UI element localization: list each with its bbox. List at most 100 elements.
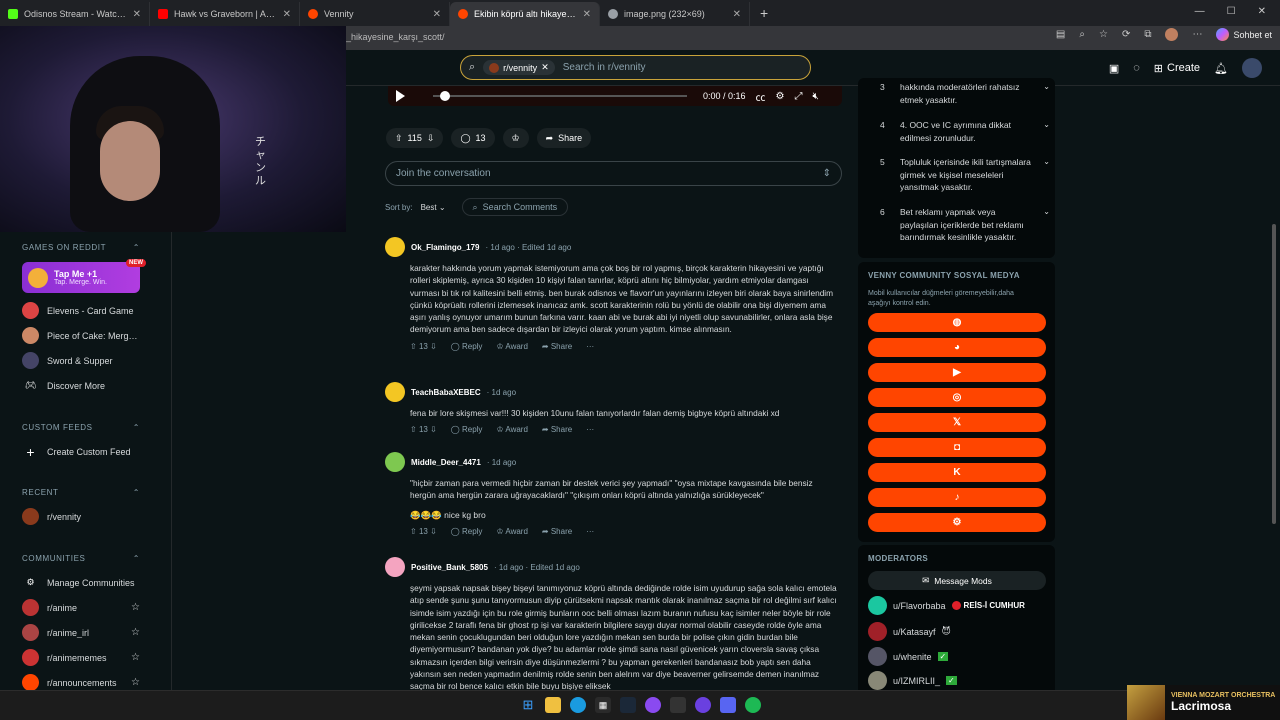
video-seek-bar[interactable] <box>433 91 687 101</box>
notifications-bell-icon[interactable]: 🔔︎ <box>1214 62 1228 75</box>
sidebar-game-elevens[interactable]: Elevens - Card Game <box>22 302 140 319</box>
extensions-icon[interactable]: ⧉ <box>1144 29 1151 40</box>
browser-tab[interactable]: Odisnos Stream - Watch Live on Ki✕ <box>0 2 150 26</box>
upvote-icon[interactable]: ⇧ <box>410 527 417 536</box>
close-icon[interactable]: ✕ <box>133 9 141 20</box>
award-button[interactable]: ♔ Award <box>496 425 527 434</box>
page-scrollbar[interactable] <box>1270 86 1278 690</box>
windows-start-icon[interactable]: ⊞ <box>520 697 536 713</box>
discord-link-button[interactable]: ◕ <box>868 338 1046 357</box>
sidebar-item-anime-irl[interactable]: r/anime_irl ☆ <box>22 624 140 641</box>
avatar[interactable] <box>385 382 405 402</box>
maximize-icon[interactable]: ☐ <box>1227 6 1236 17</box>
share-button[interactable]: ➦ Share <box>542 425 572 434</box>
minimize-icon[interactable]: — <box>1195 6 1205 17</box>
downvote-icon[interactable]: ⇩ <box>427 133 435 144</box>
new-tab-button[interactable]: + <box>750 5 778 21</box>
browser-tab[interactable]: Vennity ✕ <box>300 2 450 26</box>
star-icon[interactable]: ☆ <box>131 627 140 638</box>
sidebar-item-animememes[interactable]: r/animememes ☆ <box>22 649 140 666</box>
tiktok-link-button[interactable]: ♪ <box>868 488 1046 507</box>
community-chip[interactable]: r/vennity ✕ <box>483 60 555 75</box>
twitch-link-button[interactable]: ◘ <box>868 438 1046 457</box>
award-button[interactable]: ♔ Award <box>496 527 527 536</box>
moderator-item[interactable]: u/Katasayf 😈︎ <box>868 622 951 641</box>
x-link-button[interactable]: 𝕏 <box>868 413 1046 432</box>
browser-tab[interactable]: image.png (232×69) ✕ <box>600 2 750 26</box>
award-button[interactable]: ♔ <box>502 128 529 148</box>
seek-handle[interactable] <box>440 91 450 101</box>
downvote-icon[interactable]: ⇩ <box>430 527 437 536</box>
reply-button[interactable]: ◯ Reply <box>451 527 483 536</box>
upvote-icon[interactable]: ⇧ <box>395 133 403 144</box>
upvote-icon[interactable]: ⇧ <box>410 342 417 351</box>
browser-tab[interactable]: Hawk vs Graveborn | Adam Kaçırma✕ <box>150 2 300 26</box>
copilot-chat-button[interactable]: Sohbet et <box>1216 28 1272 41</box>
comment-input[interactable]: Join the conversation ⇕ <box>385 161 842 186</box>
kick-link-button[interactable]: K <box>868 463 1046 482</box>
advertise-icon[interactable]: ▣ <box>1109 62 1119 75</box>
reader-icon[interactable]: ▤ <box>1056 29 1065 40</box>
url-text[interactable]: _hikayesine_karşı_scott/ <box>346 32 445 42</box>
close-icon[interactable]: ✕ <box>733 9 741 20</box>
discord-icon[interactable] <box>720 697 736 713</box>
edge-icon[interactable] <box>570 697 586 713</box>
favorite-star-icon[interactable]: ☆ <box>1099 29 1108 40</box>
sidebar-game-sword-supper[interactable]: Sword & Supper <box>22 352 140 369</box>
ghost-icon[interactable] <box>670 697 686 713</box>
close-window-icon[interactable]: ✕ <box>1258 6 1266 17</box>
spotify-icon[interactable] <box>745 697 761 713</box>
more-options-icon[interactable]: ··· <box>586 527 594 536</box>
create-button[interactable]: ⊞ Create <box>1154 62 1200 75</box>
instagram-link-button[interactable]: ◎ <box>868 388 1046 407</box>
avatar[interactable] <box>385 237 405 257</box>
create-custom-feed[interactable]: + Create Custom Feed <box>22 443 140 460</box>
sidebar-game-piece-of-cake[interactable]: Piece of Cake: Merge... <box>22 327 140 344</box>
captions-icon[interactable]: ㏄ <box>756 89 766 104</box>
chat-icon[interactable]: ◌ <box>1133 62 1140 74</box>
moderator-item[interactable]: u/Flavorbaba REİS-İ CUMHUR <box>868 596 1025 615</box>
downvote-icon[interactable]: ⇩ <box>430 342 437 351</box>
steam-link-button[interactable]: ⚙ <box>868 513 1046 532</box>
close-icon[interactable]: ✕ <box>583 9 591 20</box>
sidebar-discover-more[interactable]: 🎮︎ Discover More <box>22 377 140 394</box>
avatar[interactable] <box>385 452 405 472</box>
share-button[interactable]: ➦ Share <box>542 342 572 351</box>
rule-item[interactable]: 5 Topluluk içerisinde ikili tartışmalara … <box>880 156 1050 194</box>
search-comments-button[interactable]: ⌕ Search Comments <box>461 198 569 216</box>
star-icon[interactable]: ☆ <box>131 652 140 663</box>
settings-gear-icon[interactable]: ⚙ <box>776 91 785 102</box>
rule-item[interactable]: 3 hakkında moderatörleri rahatsız etmek y… <box>880 81 1050 106</box>
avatar[interactable] <box>385 557 405 577</box>
video-player[interactable]: 0:00 / 0:16 ㏄ ⚙ ⤢ 🔇︎ <box>388 86 842 106</box>
profile-icon[interactable] <box>1165 28 1179 41</box>
tapme-game-card[interactable]: Tap Me +1 Tap. Merge. Win. <box>22 262 140 293</box>
downvote-icon[interactable]: ⇩ <box>430 425 437 434</box>
scrollbar-thumb[interactable] <box>1272 224 1276 524</box>
close-icon[interactable]: ✕ <box>433 9 441 20</box>
close-icon[interactable]: ✕ <box>283 9 291 20</box>
award-button[interactable]: ♔ Award <box>496 342 527 351</box>
communities-header[interactable]: COMMUNITIES ⌃ <box>22 554 140 563</box>
mute-icon[interactable]: 🔇︎ <box>813 91 819 102</box>
fullscreen-icon[interactable]: ⤢ <box>795 91 803 102</box>
zoom-icon[interactable]: ⌕ <box>1079 29 1085 40</box>
more-options-icon[interactable]: ··· <box>586 342 594 351</box>
close-icon[interactable]: ✕ <box>541 62 549 73</box>
star-icon[interactable]: ☆ <box>131 677 140 688</box>
refresh-icon[interactable]: ⟳ <box>1122 29 1130 40</box>
share-button[interactable]: ➦ Share <box>536 128 592 148</box>
reply-button[interactable]: ◯ Reply <box>451 342 483 351</box>
play-icon[interactable] <box>396 90 405 102</box>
sidebar-item-anime[interactable]: r/anime ☆ <box>22 599 140 616</box>
manage-communities[interactable]: ⚙ Manage Communities <box>22 574 140 591</box>
star-icon[interactable]: ☆ <box>131 602 140 613</box>
rule-item[interactable]: 6 Bet reklamı yapmak veya paylaşılan içer… <box>880 206 1050 244</box>
moderator-item[interactable]: u/whenite ✓ <box>868 647 949 666</box>
rule-item[interactable]: 4 4. OOC ve IC ayrımına dikkat edilmesi z… <box>880 119 1050 144</box>
message-mods-button[interactable]: ✉ Message Mods <box>868 571 1046 590</box>
moderator-item[interactable]: u/IZMIRLII_ ✓ <box>868 671 957 690</box>
sort-dropdown[interactable]: Best ⌄ <box>421 203 446 212</box>
custom-feeds-header[interactable]: CUSTOM FEEDS ⌃ <box>22 423 140 432</box>
browser-tab-active[interactable]: Ekibin köprü altı hikayesine karşı S✕ <box>450 2 600 26</box>
